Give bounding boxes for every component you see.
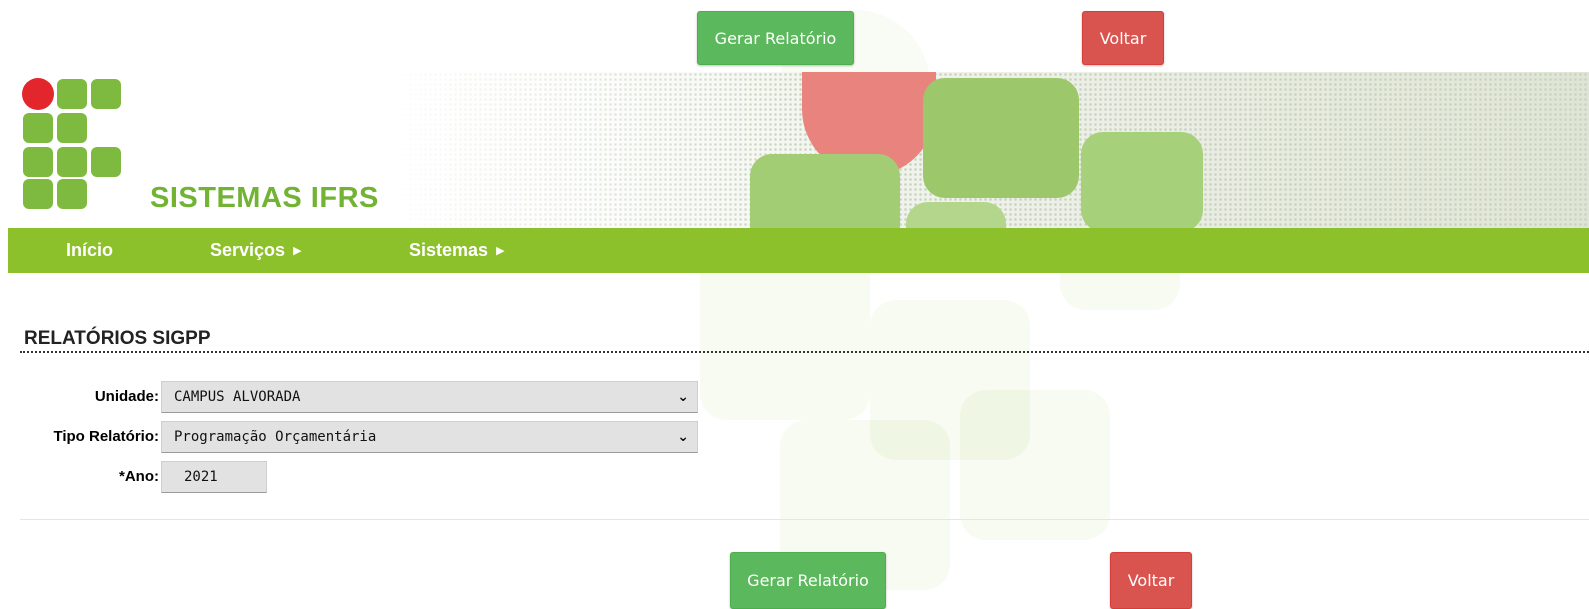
logo-square	[57, 113, 87, 143]
banner-square-4	[906, 202, 1006, 228]
chevron-down-icon: ⌄	[677, 389, 689, 405]
unidade-label: Unidade:	[94, 388, 159, 405]
unidade-select[interactable]: CAMPUS ALVORADA ⌄	[161, 381, 698, 413]
caret-right-icon: ▶	[496, 245, 505, 257]
nav-item-label: Sistemas	[409, 240, 489, 260]
logo-text: SISTEMAS IFRS	[150, 182, 379, 214]
nav-item-sistemas[interactable]: Sistemas ▶	[409, 228, 505, 273]
back-button-top[interactable]: Voltar	[1082, 11, 1164, 65]
back-button-bottom[interactable]: Voltar	[1110, 552, 1192, 609]
form-divider	[20, 519, 1589, 520]
logo-square	[91, 147, 121, 177]
banner-square-1	[923, 78, 1079, 198]
nav-item-inicio[interactable]: Início	[66, 228, 113, 273]
generate-report-button-top[interactable]: Gerar Relatório	[697, 11, 854, 65]
nav-item-label: Início	[66, 240, 114, 260]
logo-square	[57, 79, 87, 109]
tipo-relatorio-select-value: Programação Orçamentária	[174, 429, 377, 445]
chevron-down-icon: ⌄	[677, 429, 689, 445]
generate-report-button-bottom[interactable]: Gerar Relatório	[730, 552, 886, 609]
logo-square	[91, 79, 121, 109]
logo-red-circle	[22, 78, 54, 110]
logo-square	[23, 179, 53, 209]
banner-square-2	[1081, 132, 1203, 228]
header-banner: SISTEMAS IFRS	[8, 72, 1589, 228]
nav-item-label: Serviços	[210, 240, 286, 260]
logo-square	[23, 147, 53, 177]
logo-square	[57, 147, 87, 177]
unidade-select-value: CAMPUS ALVORADA	[174, 389, 301, 405]
banner-square-3	[750, 154, 900, 228]
logo-square	[23, 113, 53, 143]
nav-item-servicos[interactable]: Serviços ▶	[210, 228, 302, 273]
page-title: RELATÓRIOS SIGPP	[24, 328, 211, 349]
caret-right-icon: ▶	[293, 245, 302, 257]
tipo-relatorio-select[interactable]: Programação Orçamentária ⌄	[161, 421, 698, 453]
title-divider	[20, 351, 1589, 353]
logo-square	[57, 179, 87, 209]
ano-input[interactable]	[161, 461, 267, 493]
tipo-relatorio-label: Tipo Relatório:	[53, 428, 159, 445]
main-navbar: Início Serviços ▶ Sistemas ▶	[8, 228, 1589, 273]
ano-label: *Ano:	[119, 468, 159, 485]
